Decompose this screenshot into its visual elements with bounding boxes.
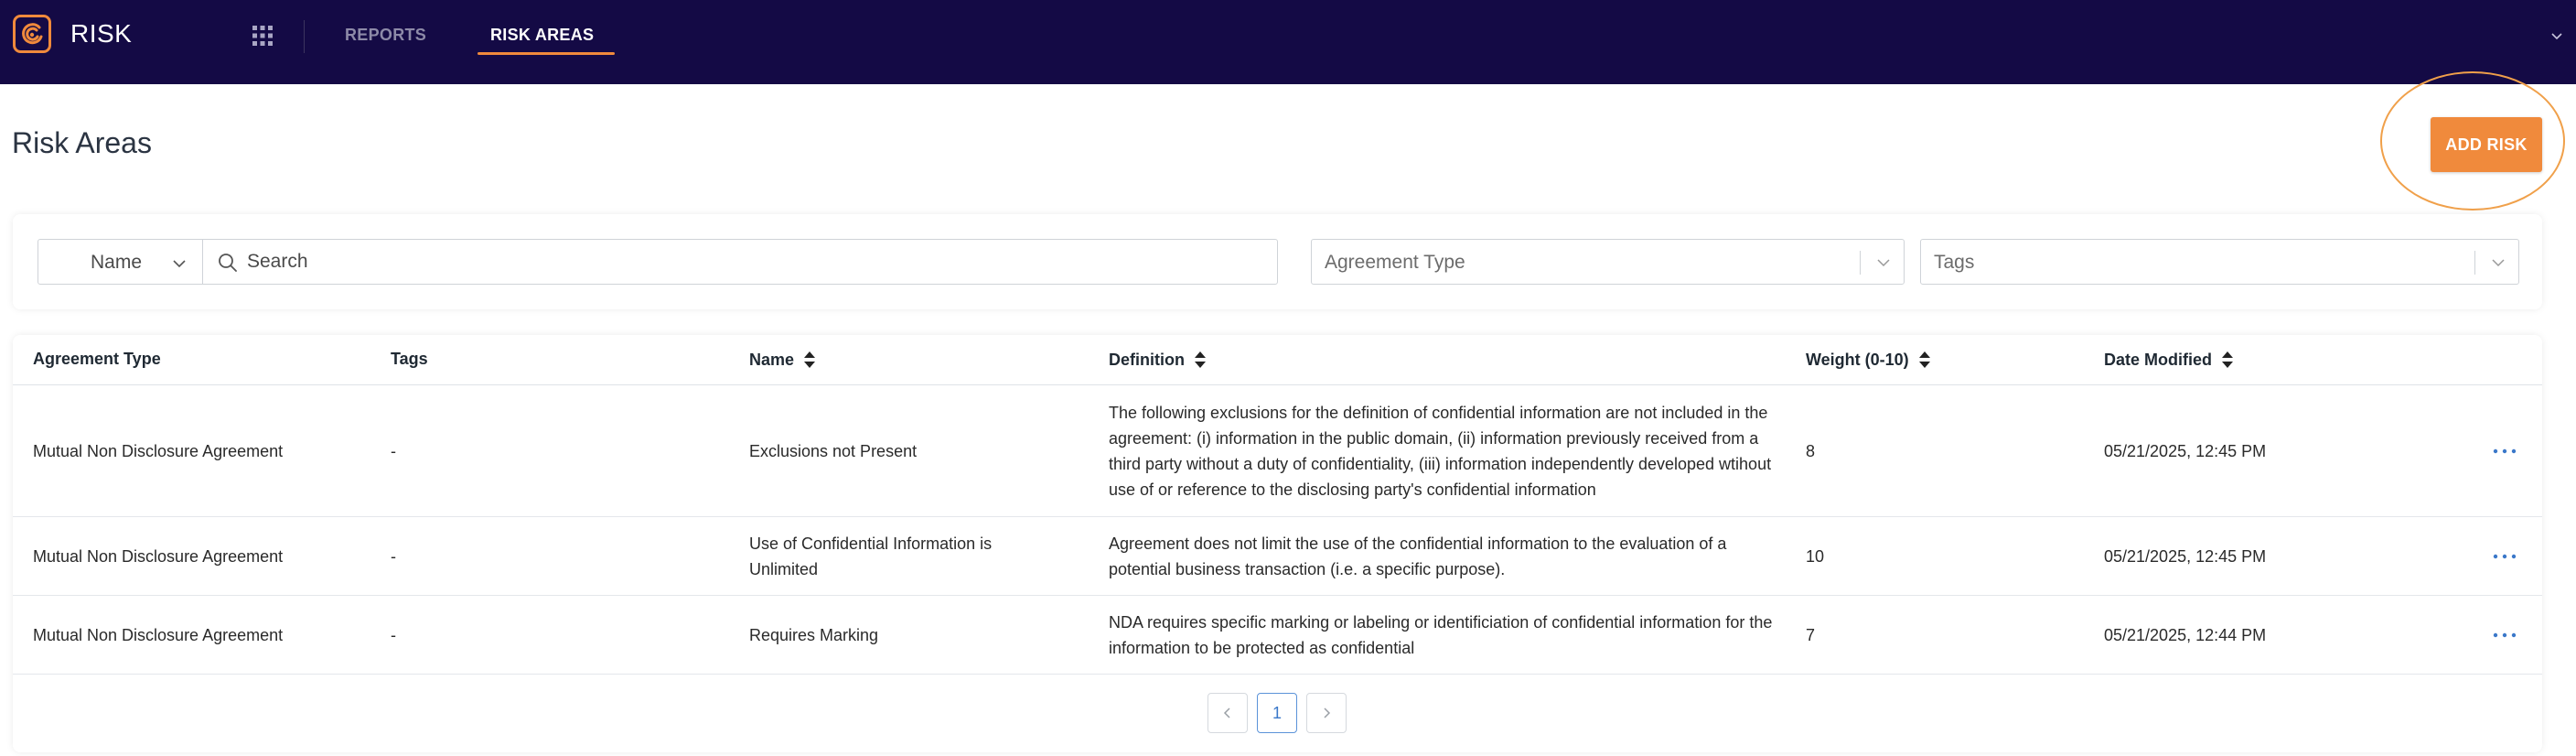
cell-tags: - [391,546,396,566]
nav-divider [304,20,305,53]
top-navigation-bar: RISK REPORTS RISK AREAS [0,0,2576,84]
more-actions-icon[interactable] [2491,547,2518,566]
chevron-down-icon [173,260,186,268]
column-header-label: Tags [391,350,428,368]
search-icon [219,254,237,272]
search-input[interactable] [247,240,1270,284]
previous-page-button[interactable] [1208,693,1248,733]
agreement-type-select[interactable]: Agreement Type [1311,239,1905,285]
cell-date-modified: 05/21/2025, 12:45 PM [2104,441,2267,460]
tab-risk-areas[interactable]: RISK AREAS [490,26,594,45]
chevron-left-icon [1223,707,1230,718]
column-header-label: Definition [1109,350,1185,369]
cell-name: Requires Marking [749,625,879,644]
app-logo-icon[interactable] [13,15,51,53]
cell-date-modified: 05/21/2025, 12:44 PM [2104,625,2267,644]
search-field [203,240,1277,284]
next-page-button[interactable] [1306,693,1347,733]
cell-name: Exclusions not Present [749,441,918,460]
search-field-select[interactable]: Name [38,240,203,284]
column-header-weight[interactable]: Weight (0-10) [1806,350,1931,370]
select-separator [1860,251,1861,275]
column-header-label: Name [749,350,795,369]
more-actions-icon[interactable] [2491,442,2518,460]
table-row[interactable]: Mutual Non Disclosure Agreement - Exclus… [13,385,2542,517]
risk-areas-table: Agreement Type Tags Name Definition Weig… [13,335,2542,752]
chevron-down-icon [1877,259,1890,267]
cell-weight: 10 [1806,546,1825,566]
chevron-right-icon [1324,707,1331,718]
cell-definition: The following exclusions for the definit… [1109,403,1772,499]
chevron-down-icon[interactable] [2550,30,2563,43]
column-header-label: Date Modified [2104,350,2213,369]
cell-agreement-type: Mutual Non Disclosure Agreement [33,441,284,460]
cell-definition: Agreement does not limit the use of the … [1109,534,1727,578]
cell-tags: - [391,625,396,644]
app-name: RISK [70,19,133,48]
select-separator [2474,251,2475,275]
column-header-agreement-type: Agreement Type [33,350,161,369]
table-row[interactable]: Mutual Non Disclosure Agreement - Requir… [13,596,2542,675]
search-group: Name [38,239,1278,285]
page-title: Risk Areas [12,126,152,159]
column-header-label: Agreement Type [33,350,161,368]
filter-panel: Name Agreement Type Tags [13,214,2542,309]
search-field-select-value: Name [91,252,143,273]
more-actions-icon[interactable] [2491,626,2518,644]
chevron-down-icon [2492,259,2505,267]
cell-name: Use of Confidential Information is Unlim… [749,534,993,578]
cell-definition: NDA requires specific marking or labelin… [1109,612,1773,657]
sort-icon[interactable] [803,350,816,370]
active-tab-indicator [478,52,615,55]
sort-icon[interactable] [2221,350,2234,370]
cell-agreement-type: Mutual Non Disclosure Agreement [33,546,284,566]
cell-weight: 8 [1806,441,1816,460]
cell-tags: - [391,441,396,460]
table-row[interactable]: Mutual Non Disclosure Agreement - Use of… [13,517,2542,596]
cell-date-modified: 05/21/2025, 12:45 PM [2104,546,2267,566]
page-number-button[interactable]: 1 [1257,693,1297,733]
app-grid-icon[interactable] [252,26,273,46]
agreement-type-placeholder: Agreement Type [1325,252,1465,273]
cell-weight: 7 [1806,625,1816,644]
column-header-definition[interactable]: Definition [1109,350,1207,370]
tab-reports[interactable]: REPORTS [345,26,426,45]
add-risk-button[interactable]: ADD RISK [2431,117,2542,172]
cell-agreement-type: Mutual Non Disclosure Agreement [33,625,284,644]
column-header-tags: Tags [391,350,428,369]
tags-select[interactable]: Tags [1920,239,2519,285]
column-header-label: Weight (0-10) [1806,350,1909,369]
column-header-name[interactable]: Name [749,350,816,370]
sort-icon[interactable] [1194,350,1207,370]
column-header-date-modified[interactable]: Date Modified [2104,350,2234,370]
sort-icon[interactable] [1918,350,1931,370]
tags-placeholder: Tags [1934,252,1975,273]
